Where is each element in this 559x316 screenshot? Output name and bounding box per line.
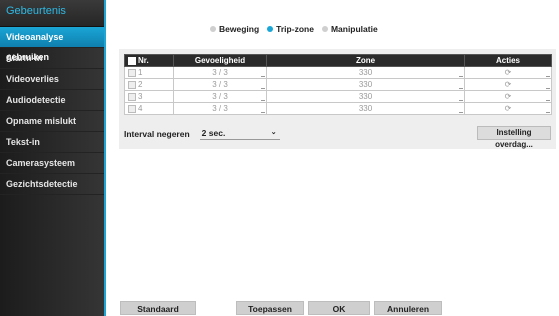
cell-value: 330 — [358, 92, 373, 101]
cell-value: 3 / 3 — [212, 92, 228, 101]
main-content: Beweging Trip-zone Manipulatie Nr. Gevoe… — [108, 0, 559, 316]
cell-value: 3 / 3 — [212, 80, 228, 89]
refresh-icon: ⟳ — [504, 104, 512, 113]
sidebar: Gebeurtenis Videoanalyse gebruiken Alarm… — [0, 0, 106, 316]
cell-zone[interactable]: 330 — [266, 90, 465, 103]
table-row: 1 3 / 3 330 ⟳ — [124, 66, 552, 79]
cell-nr: 2 — [124, 78, 174, 91]
cell-nr: 4 — [124, 102, 174, 115]
sidebar-item-tekst-in[interactable]: Tekst-in — [0, 132, 104, 153]
interval-value: 2 sec. — [201, 128, 226, 138]
corner-icon — [459, 76, 463, 77]
instelling-overdag-button[interactable]: Instelling overdag... — [477, 126, 551, 149]
cell-value: 330 — [358, 80, 373, 89]
cell-gevoeligheid[interactable]: 3 / 3 — [173, 102, 267, 115]
zone-table: Nr. Gevoeligheid Zone Acties 1 3 / 3 330… — [124, 54, 552, 115]
radio-manipulatie[interactable]: Manipulatie — [321, 24, 378, 34]
cell-acties[interactable]: ⟳ — [464, 102, 552, 115]
cell-value: 330 — [358, 104, 373, 113]
row-checkbox[interactable] — [128, 68, 136, 77]
header-label: Zone — [355, 56, 376, 65]
table-row: 4 3 / 3 330 ⟳ — [124, 102, 552, 115]
cell-nr: 3 — [124, 90, 174, 103]
cell-value: 3 / 3 — [212, 104, 228, 113]
refresh-icon: ⟳ — [504, 68, 512, 77]
header-zone[interactable]: Zone — [266, 54, 551, 114]
standaard-button[interactable]: Standaard — [120, 301, 196, 315]
row-checkbox[interactable] — [128, 92, 136, 101]
header-label: Nr. — [138, 56, 149, 65]
radio-label: Manipulatie — [330, 24, 378, 34]
ok-button[interactable]: OK — [308, 301, 370, 315]
table-row: 2 3 / 3 330 ⟳ — [124, 78, 552, 91]
corner-icon — [546, 76, 550, 77]
sidebar-item-gezichtsdetectie[interactable]: Gezichtsdetectie — [0, 174, 104, 195]
interval-control: Interval negeren 2 sec. ⌄ — [124, 127, 280, 140]
radio-dot-icon — [267, 26, 274, 32]
select-all-checkbox[interactable] — [128, 56, 136, 65]
header-label: Gevoeligheid — [194, 56, 246, 65]
corner-icon — [459, 88, 463, 89]
toepassen-button[interactable]: Toepassen — [236, 301, 304, 315]
cell-value: 2 — [138, 80, 143, 89]
table-row: 3 3 / 3 330 ⟳ — [124, 90, 552, 103]
annuleren-button[interactable]: Annuleren — [374, 301, 442, 315]
cell-value: 3 — [138, 92, 143, 101]
corner-icon — [261, 112, 265, 113]
radio-trip-zone[interactable]: Trip-zone — [267, 24, 314, 34]
row-checkbox[interactable] — [128, 80, 136, 89]
cell-value: 330 — [358, 68, 373, 77]
radio-label: Trip-zone — [276, 24, 314, 34]
cell-zone[interactable]: 330 — [266, 78, 465, 91]
settings-panel: Nr. Gevoeligheid Zone Acties 1 3 / 3 330… — [119, 49, 556, 149]
header-acties[interactable]: Acties — [464, 54, 552, 114]
sidebar-item-videoverlies[interactable]: Videoverlies — [0, 69, 104, 90]
cell-zone[interactable]: 330 — [266, 66, 465, 79]
cell-acties[interactable]: ⟳ — [464, 90, 552, 103]
corner-icon — [261, 88, 265, 89]
cell-acties[interactable]: ⟳ — [464, 78, 552, 91]
corner-icon — [261, 100, 265, 101]
cell-nr: 1 — [124, 66, 174, 79]
cell-zone[interactable]: 330 — [266, 102, 465, 115]
header-gevoeligheid[interactable]: Gevoeligheid — [173, 54, 551, 114]
sidebar-title: Gebeurtenis — [0, 0, 104, 27]
radio-label: Beweging — [219, 24, 260, 34]
chevron-down-icon: ⌄ — [270, 129, 277, 136]
radio-beweging[interactable]: Beweging — [210, 24, 259, 34]
radio-dot-icon — [321, 26, 328, 32]
cell-acties[interactable]: ⟳ — [464, 66, 552, 79]
corner-icon — [459, 112, 463, 113]
radio-dot-icon — [210, 26, 216, 32]
cell-value: 1 — [138, 68, 143, 77]
interval-label: Interval negeren — [124, 128, 190, 139]
sidebar-item-alarm-in[interactable]: Alarm-in — [0, 48, 104, 69]
refresh-icon: ⟳ — [504, 80, 512, 89]
row-checkbox[interactable] — [128, 104, 136, 113]
sidebar-item-camerasysteem[interactable]: Camerasysteem — [0, 153, 104, 174]
cell-gevoeligheid[interactable]: 3 / 3 — [173, 90, 267, 103]
sidebar-item-videoanalyse[interactable]: Videoanalyse gebruiken — [0, 27, 104, 62]
corner-icon — [261, 76, 265, 77]
corner-icon — [546, 112, 550, 113]
corner-icon — [546, 100, 550, 101]
cell-value: 3 / 3 — [212, 68, 228, 77]
cell-gevoeligheid[interactable]: 3 / 3 — [173, 78, 267, 91]
interval-select[interactable]: 2 sec. ⌄ — [199, 127, 280, 140]
header-label: Acties — [495, 56, 520, 65]
refresh-icon: ⟳ — [504, 92, 512, 101]
cell-gevoeligheid[interactable]: 3 / 3 — [173, 66, 267, 79]
table-header-row: Nr. Gevoeligheid Zone Acties — [124, 54, 552, 114]
header-nr: Nr. — [124, 54, 174, 67]
sidebar-item-audiodetectie[interactable]: Audiodetectie — [0, 90, 104, 111]
mode-radio-group: Beweging Trip-zone Manipulatie — [210, 24, 378, 34]
cell-value: 4 — [138, 104, 143, 113]
corner-icon — [546, 88, 550, 89]
sidebar-item-opname-mislukt[interactable]: Opname mislukt — [0, 111, 104, 132]
corner-icon — [459, 100, 463, 101]
